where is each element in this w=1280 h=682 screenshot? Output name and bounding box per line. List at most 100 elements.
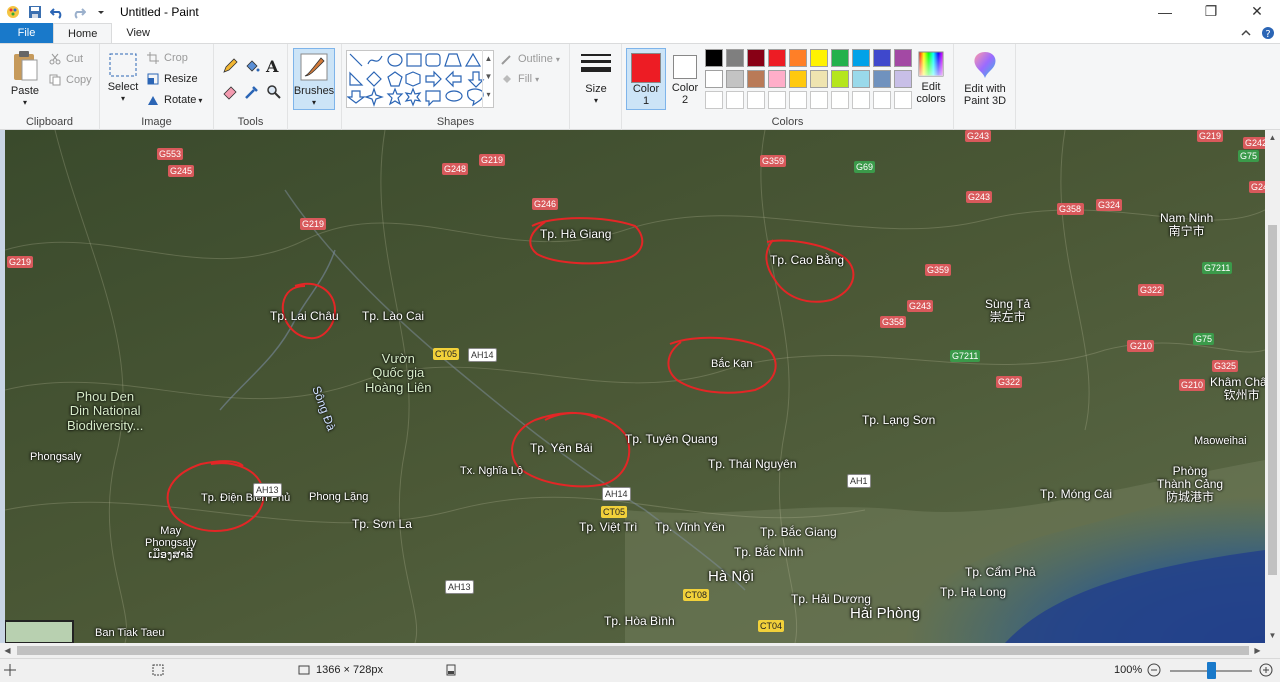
palette-swatch[interactable] bbox=[747, 70, 765, 88]
horizontal-scrollbar[interactable]: ◀ ▶ bbox=[0, 643, 1280, 658]
shapes-gallery[interactable] bbox=[346, 50, 494, 108]
outline-button[interactable]: Outline ▾ bbox=[500, 50, 560, 68]
text-tool-icon[interactable]: A bbox=[266, 57, 278, 76]
save-icon[interactable] bbox=[27, 4, 43, 20]
map-label-yen-bai: Tp. Yên Bái bbox=[530, 441, 593, 455]
minimize-button[interactable]: — bbox=[1142, 0, 1188, 23]
color2-button[interactable]: Color 2 bbox=[668, 48, 702, 110]
palette-swatch[interactable] bbox=[789, 91, 807, 109]
cut-button[interactable]: Cut bbox=[48, 50, 83, 68]
palette-swatch[interactable] bbox=[810, 91, 828, 109]
palette-swatch[interactable] bbox=[894, 49, 912, 67]
palette-swatch[interactable] bbox=[810, 70, 828, 88]
clipboard-group: Paste ▾ Cut Copy Clipboard bbox=[0, 44, 100, 130]
cursor-position-icon bbox=[4, 664, 16, 679]
palette-swatch[interactable] bbox=[894, 91, 912, 109]
road-sign: G242 bbox=[1249, 181, 1265, 193]
map-label-thai-nguyen: Tp. Thái Nguyên bbox=[708, 457, 797, 471]
horizontal-scroll-thumb[interactable] bbox=[17, 646, 1249, 655]
undo-icon[interactable] bbox=[49, 4, 65, 20]
road-sign: G75 bbox=[1193, 333, 1215, 345]
palette-swatch[interactable] bbox=[873, 70, 891, 88]
eraser-icon[interactable] bbox=[222, 84, 238, 103]
map-label-bac-kan: Bắc Kạn bbox=[711, 358, 753, 370]
edit-with-paint3d-button[interactable]: Edit with Paint 3D bbox=[958, 50, 1012, 107]
scroll-right-icon[interactable]: ▶ bbox=[1250, 643, 1265, 658]
map-label-hai-phong: Hải Phòng bbox=[850, 605, 921, 622]
size-button[interactable]: Size ▾ bbox=[578, 52, 614, 107]
road-sign: G324 bbox=[1096, 199, 1123, 211]
brushes-group: Brushes ▾ bbox=[288, 44, 342, 130]
zoom-in-icon[interactable] bbox=[1259, 663, 1273, 680]
palette-swatch[interactable] bbox=[873, 49, 891, 67]
palette-swatch[interactable] bbox=[747, 49, 765, 67]
palette-swatch[interactable] bbox=[705, 49, 723, 67]
palette-swatch[interactable] bbox=[726, 49, 744, 67]
rotate-button[interactable]: Rotate ▾ bbox=[146, 91, 202, 109]
road-sign: G242 bbox=[1243, 137, 1265, 149]
fill-button[interactable]: Fill ▾ bbox=[500, 70, 539, 88]
collapse-ribbon-icon[interactable] bbox=[1236, 23, 1256, 43]
resize-button[interactable]: Resize bbox=[146, 70, 198, 88]
line-size-icon bbox=[580, 52, 612, 83]
map-image[interactable]: Tp. Hà Giang Tp. Cao Bằng Tp. Lai Châu Tp. … bbox=[5, 130, 1265, 643]
palette-swatch[interactable] bbox=[789, 49, 807, 67]
palette-swatch[interactable] bbox=[831, 70, 849, 88]
scroll-up-icon[interactable]: ▲ bbox=[1265, 130, 1280, 145]
palette-swatch[interactable] bbox=[873, 91, 891, 109]
tab-file[interactable]: File bbox=[0, 23, 53, 43]
palette-swatch[interactable] bbox=[705, 91, 723, 109]
tab-view[interactable]: View bbox=[112, 23, 164, 43]
customize-toolbar-icon[interactable] bbox=[93, 4, 109, 20]
tab-home[interactable]: Home bbox=[53, 23, 113, 43]
palette-swatch[interactable] bbox=[768, 70, 786, 88]
magnifier-icon[interactable] bbox=[266, 84, 282, 103]
palette-swatch[interactable] bbox=[768, 91, 786, 109]
palette-swatch[interactable] bbox=[705, 70, 723, 88]
palette-swatch[interactable] bbox=[852, 49, 870, 67]
map-label-bac-giang: Tp. Bắc Giang bbox=[760, 525, 837, 539]
palette-swatch[interactable] bbox=[852, 91, 870, 109]
palette-swatch[interactable] bbox=[789, 70, 807, 88]
palette-swatch[interactable] bbox=[894, 70, 912, 88]
shapes-scroll[interactable]: ▲ ▼ ▾ bbox=[482, 50, 494, 108]
paste-button[interactable]: Paste ▾ bbox=[6, 50, 44, 109]
tools-group: A Tools bbox=[214, 44, 288, 130]
crop-button[interactable]: Crop bbox=[146, 49, 188, 67]
close-button[interactable]: ✕ bbox=[1234, 0, 1280, 23]
color1-swatch bbox=[631, 53, 661, 83]
palette-swatch[interactable] bbox=[726, 91, 744, 109]
paint-app-icon[interactable] bbox=[5, 4, 21, 20]
color1-button[interactable]: Color 1 bbox=[626, 48, 666, 110]
scroll-left-icon[interactable]: ◀ bbox=[0, 643, 15, 658]
scroll-down-icon[interactable]: ▼ bbox=[1265, 628, 1280, 643]
map-label-hai-duong: Tp. Hải Dương bbox=[791, 592, 871, 606]
color-picker-icon[interactable] bbox=[244, 84, 260, 103]
zoom-out-icon[interactable] bbox=[1147, 663, 1161, 680]
palette-swatch[interactable] bbox=[852, 70, 870, 88]
pencil-icon[interactable] bbox=[222, 58, 238, 77]
road-sign: G248 bbox=[442, 163, 469, 175]
copy-button[interactable]: Copy bbox=[48, 71, 92, 89]
zoom-slider-thumb[interactable] bbox=[1207, 662, 1216, 679]
palette-swatch[interactable] bbox=[810, 49, 828, 67]
road-sign: CT04 bbox=[758, 620, 785, 632]
redo-icon[interactable] bbox=[71, 4, 87, 20]
palette-swatch[interactable] bbox=[747, 91, 765, 109]
palette-swatch[interactable] bbox=[726, 70, 744, 88]
palette-swatch[interactable] bbox=[831, 49, 849, 67]
fill-bucket-icon[interactable] bbox=[244, 58, 260, 77]
palette-swatch[interactable] bbox=[768, 49, 786, 67]
select-button[interactable]: Select ▾ bbox=[106, 52, 140, 105]
palette-swatch[interactable] bbox=[831, 91, 849, 109]
color-palette bbox=[705, 49, 917, 113]
maximize-button[interactable]: ❐ bbox=[1188, 0, 1234, 23]
brushes-button[interactable]: Brushes ▾ bbox=[293, 48, 335, 110]
road-sign: AH14 bbox=[468, 348, 497, 362]
title-bar: Untitled - Paint — ❐ ✕ bbox=[0, 0, 1280, 23]
edit-colors-button[interactable]: Edit colors bbox=[914, 50, 948, 105]
vertical-scrollbar[interactable]: ▲ ▼ bbox=[1265, 130, 1280, 643]
vertical-scroll-thumb[interactable] bbox=[1268, 225, 1277, 575]
road-sign: G210 bbox=[1128, 340, 1155, 352]
help-icon[interactable]: ? bbox=[1256, 23, 1280, 43]
